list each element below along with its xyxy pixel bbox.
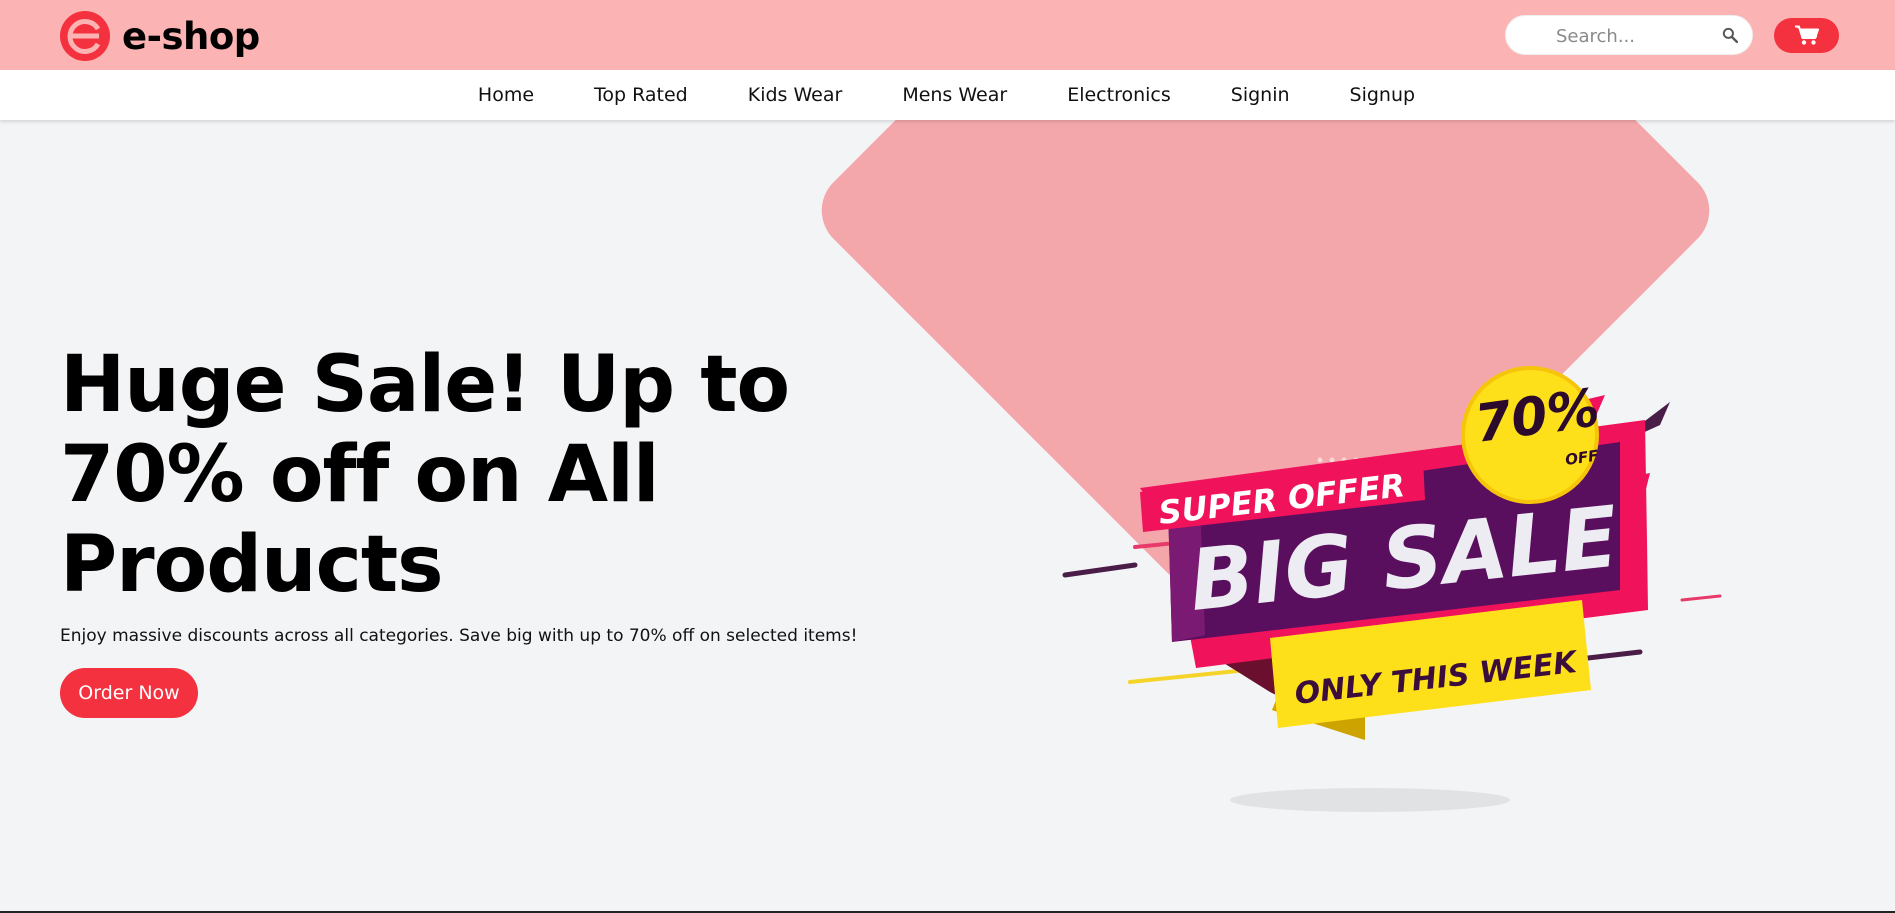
nav-list: Home Top Rated Kids Wear Mens Wear Elect… [0,70,1895,120]
brand[interactable]: e-shop [60,11,260,61]
hero-section: Huge Sale! Up to 70% off on All Products… [0,120,1895,913]
e-logo-icon [60,11,110,61]
search-input[interactable] [1554,24,1718,48]
order-now-button[interactable]: Order Now [60,668,198,718]
cart-button[interactable] [1774,18,1839,53]
hero-subtitle: Enjoy massive discounts across all categ… [60,626,858,646]
search-box[interactable] [1505,15,1753,55]
nav-item-electronics[interactable]: Electronics [1037,84,1201,106]
brand-name: e-shop [122,14,260,58]
nav-item-kids-wear[interactable]: Kids Wear [718,84,873,106]
nav-item-signup[interactable]: Signup [1320,84,1446,106]
search-icon[interactable] [1722,27,1739,44]
nav-item-top-rated[interactable]: Top Rated [564,84,718,106]
big-sale-banner-image: SUPER OFFER BIG SALE ONLY THIS WEEK 70% … [1062,366,1722,812]
nav-item-home[interactable]: Home [448,84,564,106]
main-nav: Home Top Rated Kids Wear Mens Wear Elect… [0,70,1895,120]
nav-item-signin[interactable]: Signin [1201,84,1320,106]
nav-item-mens-wear[interactable]: Mens Wear [872,84,1037,106]
cart-icon [1795,25,1819,45]
banner-shadow [1230,788,1510,812]
hero-title: Huge Sale! Up to 70% off on All Products [60,340,790,610]
top-header: e-shop [0,0,1895,70]
